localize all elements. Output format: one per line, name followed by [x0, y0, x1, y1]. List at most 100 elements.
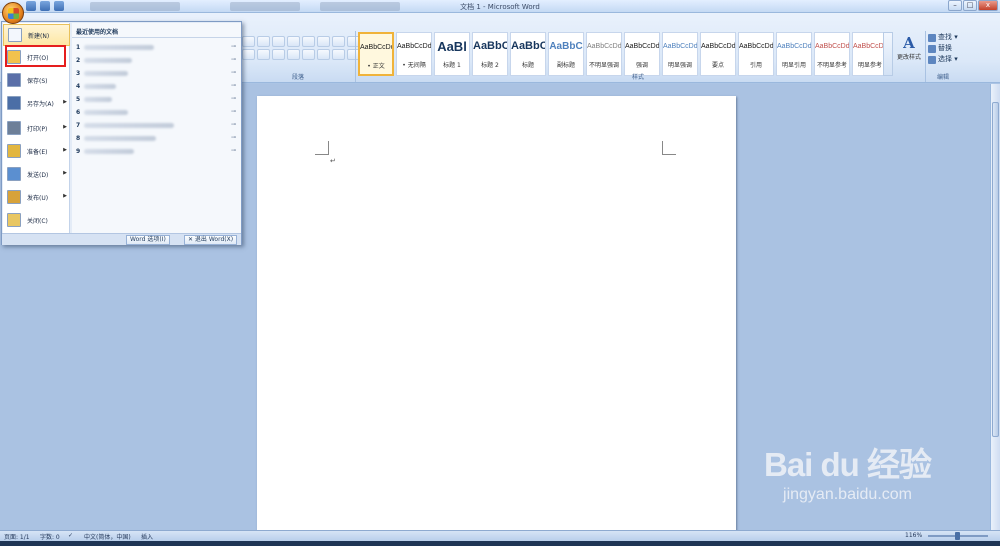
style-tile[interactable]: AaBbCcDd 明显强调 [662, 32, 698, 76]
style-tile[interactable]: AaBbCcDd 要点 [700, 32, 736, 76]
scrollbar-thumb[interactable] [992, 102, 999, 437]
paragraph-format-button[interactable] [332, 36, 345, 47]
word-options-button[interactable]: Word 选项(I) [126, 235, 170, 245]
style-sample: AaBbCcDd [701, 43, 735, 50]
change-styles-label: 更改样式 [896, 54, 921, 61]
blurred-document-name [84, 57, 132, 63]
styles-scroll[interactable] [883, 32, 893, 76]
menu-item-icon [8, 28, 22, 42]
recent-document-item[interactable]: 9 ⊸ [76, 145, 238, 157]
style-tile[interactable]: AaBbCcDd 引用 [738, 32, 774, 76]
menu-item[interactable]: 关闭(C) [3, 209, 70, 231]
recent-document-item[interactable]: 1 ⊸ [76, 41, 238, 53]
paragraph-format-button[interactable] [332, 49, 345, 60]
menu-item[interactable]: 新建(N) [3, 24, 70, 46]
pin-icon[interactable]: ⊸ [231, 108, 238, 115]
insert-mode[interactable]: 插入 [141, 532, 153, 541]
recent-document-item[interactable]: 2 ⊸ [76, 54, 238, 66]
recent-document-number: 9 [76, 147, 81, 155]
recent-document-item[interactable]: 3 ⊸ [76, 67, 238, 79]
blurred-document-name [84, 96, 112, 102]
menu-item[interactable]: 保存(S) [3, 69, 70, 91]
language-indicator[interactable]: 中文(简体，中国) [84, 532, 131, 541]
pin-icon[interactable]: ⊸ [231, 95, 238, 102]
recent-document-item[interactable]: 7 ⊸ [76, 119, 238, 131]
find-button[interactable]: 查找 ▾ [928, 32, 996, 43]
change-styles-button[interactable]: A 更改样式 [895, 32, 923, 76]
submenu-arrow-icon: ▶ [63, 147, 67, 153]
menu-item-icon [7, 121, 21, 135]
style-tile[interactable]: AaBbCcDd 不明显参考 [814, 32, 850, 76]
paragraph-format-button[interactable] [317, 49, 330, 60]
vertical-scrollbar[interactable] [990, 84, 1000, 530]
pin-icon[interactable]: ⊸ [231, 56, 238, 63]
style-tile[interactable]: AaBbC 标题 2 [472, 32, 508, 76]
close-button[interactable]: x [978, 0, 998, 11]
replace-label: 替换 [938, 44, 952, 52]
replace-button[interactable]: 替换 [928, 43, 996, 54]
menu-item-icon [7, 213, 21, 227]
menu-item[interactable]: 发送(D) ▶ [3, 163, 70, 185]
pin-icon[interactable]: ⊸ [231, 121, 238, 128]
pin-icon[interactable]: ⊸ [231, 134, 238, 141]
word-count[interactable]: 字数: 0 [40, 532, 60, 541]
paragraph-format-button[interactable] [272, 49, 285, 60]
style-sample: AaBbCcDd [853, 43, 887, 50]
style-tile[interactable]: AaBbCcDd • 正文 [358, 32, 394, 76]
style-tile[interactable]: AaBbC 副标题 [548, 32, 584, 76]
paragraph-format-button[interactable] [287, 49, 300, 60]
menu-item[interactable]: 发布(U) ▶ [3, 186, 70, 208]
style-tile[interactable]: AaBbCcDd 明显引用 [776, 32, 812, 76]
minimize-button[interactable]: – [948, 0, 962, 11]
paragraph-group-label: 段落 [291, 74, 304, 81]
watermark-logo: Bai du 经验 [763, 446, 932, 483]
office-button[interactable] [2, 2, 24, 24]
style-tile[interactable]: AaBl 标题 1 [434, 32, 470, 76]
recent-document-item[interactable]: 6 ⊸ [76, 106, 238, 118]
blurred-document-name [84, 70, 128, 76]
paragraph-format-button[interactable] [317, 36, 330, 47]
recent-documents-title: 最近使用的文档 [76, 29, 119, 36]
style-tile[interactable]: AaBbC 标题 [510, 32, 546, 76]
paragraph-format-button[interactable] [302, 49, 315, 60]
blurred-document-name [84, 122, 174, 128]
menu-item-icon [7, 73, 21, 87]
zoom-slider-handle[interactable] [955, 532, 960, 540]
find-label: 查找 ▾ [938, 33, 958, 41]
paragraph-format-button[interactable] [257, 36, 270, 47]
watermark-url: jingyan.baidu.com [783, 486, 912, 503]
recent-document-item[interactable]: 8 ⊸ [76, 132, 238, 144]
submenu-arrow-icon: ▶ [63, 193, 67, 199]
pin-icon[interactable]: ⊸ [231, 43, 238, 50]
menu-item-icon [7, 167, 21, 181]
select-button[interactable]: 选择 ▾ [928, 54, 996, 65]
menu-item-label: 关闭(C) [27, 217, 48, 225]
style-tile[interactable]: AaBbCcDd • 无间隔 [396, 32, 432, 76]
pin-icon[interactable]: ⊸ [231, 69, 238, 76]
paragraph-format-button[interactable] [242, 36, 255, 47]
margin-marker [662, 141, 676, 155]
menu-item[interactable]: 打印(P) ▶ [3, 117, 70, 139]
style-tile[interactable]: AaBbCcDd 强调 [624, 32, 660, 76]
menu-item-icon [7, 144, 21, 158]
exit-word-button[interactable]: ✕ 退出 Word(X) [184, 235, 238, 245]
paragraph-format-button[interactable] [257, 49, 270, 60]
menu-item[interactable]: 另存为(A) ▶ [3, 92, 70, 114]
paragraph-format-button[interactable] [287, 36, 300, 47]
style-tile[interactable]: AaBbCcDd 不明显强调 [586, 32, 622, 76]
paragraph-format-button[interactable] [302, 36, 315, 47]
window-title: 文档 1 - Microsoft Word [460, 3, 540, 11]
proofing-icon[interactable]: ✓ [68, 532, 73, 539]
paragraph-format-button[interactable] [242, 49, 255, 60]
zoom-level[interactable]: 116% [905, 532, 922, 539]
pin-icon[interactable]: ⊸ [231, 82, 238, 89]
pin-icon[interactable]: ⊸ [231, 147, 238, 154]
paragraph-format-button[interactable] [272, 36, 285, 47]
page-count[interactable]: 页面: 1/1 [4, 532, 30, 541]
restore-button[interactable]: □ [963, 0, 977, 11]
style-name: 明显参考 [857, 62, 882, 69]
menu-item[interactable]: 准备(E) ▶ [3, 140, 70, 162]
recent-document-item[interactable]: 4 ⊸ [76, 80, 238, 92]
document-page[interactable]: ↵ [257, 96, 736, 536]
recent-document-item[interactable]: 5 ⊸ [76, 93, 238, 105]
